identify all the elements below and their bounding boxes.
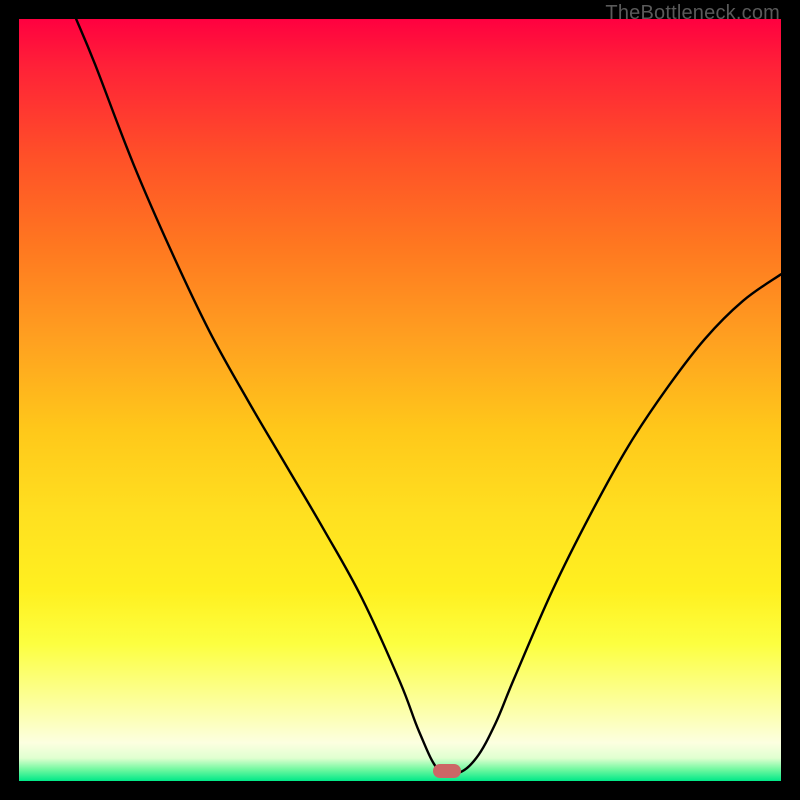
bottleneck-curve [19,19,781,781]
watermark-text: TheBottleneck.com [605,2,780,25]
optimal-point-marker [433,764,461,778]
chart-container: TheBottleneck.com [0,0,800,800]
